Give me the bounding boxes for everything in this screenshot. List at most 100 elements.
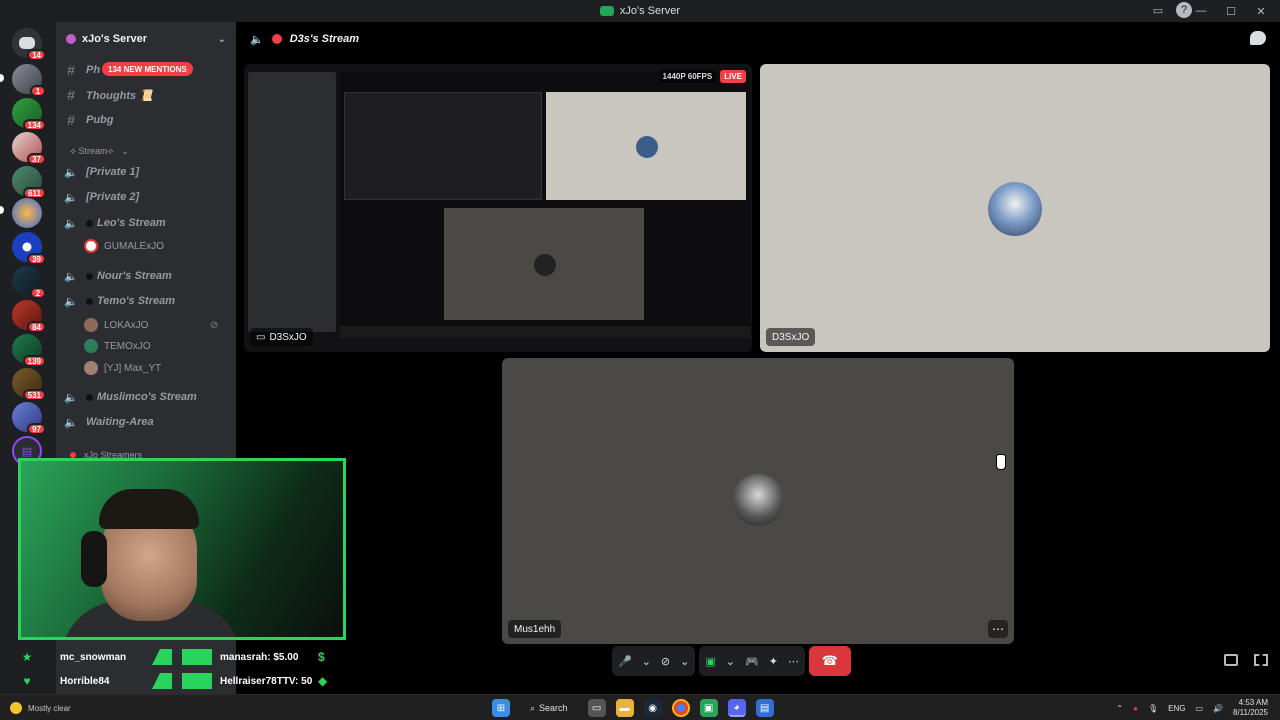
- share-controls: ▣ ⌄ 🎮 ✦ ⋯: [699, 646, 805, 676]
- fullscreen-button[interactable]: [1254, 654, 1268, 666]
- server-icon[interactable]: 139: [12, 334, 46, 367]
- text-channel[interactable]: # Pubg: [64, 109, 113, 131]
- clock[interactable]: 4:53 AM 8/11/2025: [1233, 698, 1268, 718]
- server-icon[interactable]: 84: [12, 300, 46, 333]
- speaker-icon: 🔈: [64, 270, 78, 283]
- diamond-icon: ◆: [318, 674, 328, 688]
- chevron-down-icon: ⌄: [217, 33, 226, 45]
- muted-icon: ⊘: [210, 319, 219, 331]
- app-icon[interactable]: ▣: [699, 699, 718, 717]
- server-icon[interactable]: 611: [12, 166, 46, 199]
- voice-user[interactable]: [YJ] Max_YT: [84, 358, 161, 378]
- alert-amount: Hellraiser78TTV: 50: [220, 675, 313, 687]
- chevron-down-icon[interactable]: ⌄: [642, 655, 651, 668]
- alert-user: mc_snowman: [60, 651, 127, 663]
- activity-icon[interactable]: 🎮: [745, 655, 759, 668]
- chevron-down-icon[interactable]: ⌄: [680, 655, 689, 668]
- server-icon[interactable]: [12, 198, 42, 228]
- cursor-icon: [996, 454, 1006, 470]
- home-button[interactable]: 14: [12, 28, 46, 61]
- status-dot: [86, 219, 93, 227]
- more-options-button[interactable]: ⋯: [988, 620, 1008, 638]
- soundboard-icon[interactable]: ✦: [769, 655, 778, 668]
- status-dot: [86, 297, 93, 305]
- status-dot: [86, 393, 93, 401]
- microphone-icon[interactable]: 🎤: [618, 655, 632, 668]
- heart-icon: ♥: [23, 674, 31, 688]
- speaker-icon: 🔈: [64, 166, 78, 179]
- server-icon[interactable]: 134: [12, 98, 46, 131]
- server-icon[interactable]: 97: [12, 402, 46, 435]
- rail-badge: 139: [22, 355, 46, 367]
- rail-badge: 14: [27, 49, 46, 61]
- chat-icon[interactable]: [1250, 31, 1266, 45]
- task-view-icon[interactable]: ▭: [587, 699, 606, 717]
- server-badge-icon: [66, 34, 76, 44]
- alert-user: Horrible84: [60, 675, 110, 687]
- tile-nametag: D3SxJO: [766, 328, 816, 346]
- clock-date: 8/11/2025: [1233, 708, 1268, 717]
- speaker-icon: 🔈: [64, 295, 78, 308]
- voice-user[interactable]: TEMOxJO: [84, 336, 151, 356]
- close-button[interactable]: ✕: [1248, 0, 1274, 22]
- media-controls: 🎤 ⌄ ⊘ ⌄: [612, 646, 696, 676]
- speaker-icon: 🔈: [250, 33, 264, 46]
- avatar: [84, 361, 98, 375]
- server-icon[interactable]: 2: [12, 266, 46, 299]
- language-indicator[interactable]: ENG: [1168, 704, 1185, 713]
- rail-badge: 134: [22, 119, 46, 131]
- discord-icon[interactable]: ◕: [727, 699, 746, 717]
- screen-share-icon[interactable]: ▣: [705, 655, 715, 668]
- stream-tile[interactable]: Mus1ehh ⋯: [502, 358, 1014, 644]
- server-pill-indicator: [0, 74, 4, 82]
- chrome-icon[interactable]: [671, 699, 690, 717]
- more-icon[interactable]: ⋯: [788, 655, 799, 668]
- weather-widget[interactable]: Mostly clear: [10, 697, 71, 719]
- voice-channel[interactable]: 🔈 Temo's Stream: [64, 290, 175, 312]
- search-box[interactable]: ⌕ Search: [520, 699, 578, 717]
- live-badge: LIVE: [720, 70, 746, 83]
- disconnect-button[interactable]: ☎: [808, 646, 851, 676]
- category-header[interactable]: ⟡ Stream⟡ ⌄: [64, 140, 129, 162]
- microphone-icon[interactable]: 🎙: [1148, 704, 1158, 713]
- inbox-icon[interactable]: ▭: [1150, 2, 1166, 18]
- tile-nametag: ▭ D3SxJO: [250, 328, 313, 346]
- camera-off-icon[interactable]: ⊘: [661, 655, 670, 668]
- volume-icon[interactable]: 🔊: [1213, 704, 1223, 713]
- stream-quality: 1440P 60FPS LIVE: [658, 70, 746, 83]
- voice-channel[interactable]: 🔈 Waiting-Area: [64, 411, 154, 433]
- stream-tile[interactable]: 1440P 60FPS LIVE ▭ D3SxJO: [244, 64, 752, 352]
- stream-tile[interactable]: D3SxJO: [760, 64, 1270, 352]
- server-header[interactable]: xJo's Server ⌄: [56, 22, 236, 56]
- search-icon: ⌕: [530, 702, 536, 713]
- voice-channel[interactable]: 🔈 Leo's Stream: [64, 212, 166, 234]
- new-mentions-badge[interactable]: 134 NEW MENTIONS: [102, 62, 193, 76]
- text-channel[interactable]: # Thoughts 📜: [64, 84, 153, 106]
- text-channel[interactable]: # Ph: [64, 59, 100, 81]
- app-icon[interactable]: ▤: [755, 699, 774, 717]
- voice-channel[interactable]: 🔈 Nour's Stream: [64, 265, 172, 287]
- tray-app-icon[interactable]: ●: [1133, 704, 1138, 713]
- voice-user[interactable]: LOKAxJO ⊘: [84, 315, 218, 335]
- chevron-down-icon[interactable]: ⌄: [726, 655, 735, 668]
- voice-channel[interactable]: 🔈 [Private 2]: [64, 186, 139, 208]
- minimize-button[interactable]: —: [1188, 0, 1214, 22]
- alert-amount: manasrah: $5.00: [220, 651, 299, 663]
- chevron-up-icon[interactable]: ⌃: [1116, 704, 1123, 713]
- server-icon[interactable]: 39: [12, 232, 46, 265]
- server-icon[interactable]: 1: [12, 64, 46, 97]
- popout-button[interactable]: [1224, 654, 1238, 666]
- voice-channel[interactable]: 🔈 [Private 1]: [64, 161, 139, 183]
- webcam-hair: [99, 489, 199, 529]
- network-icon[interactable]: ▭: [1195, 704, 1203, 713]
- server-icon[interactable]: 37: [12, 132, 46, 165]
- voice-channel[interactable]: 🔈 Muslimco's Stream: [64, 386, 197, 408]
- voice-user[interactable]: GUMALExJO: [84, 236, 164, 256]
- file-explorer-icon[interactable]: ▬: [615, 699, 634, 717]
- start-button[interactable]: ⊞: [492, 699, 510, 717]
- server-icon[interactable]: 531: [12, 368, 46, 401]
- weather-icon: [10, 702, 22, 714]
- maximize-button[interactable]: ☐: [1218, 0, 1244, 22]
- steam-icon[interactable]: ◉: [643, 699, 662, 717]
- clock-time: 4:53 AM: [1238, 698, 1268, 707]
